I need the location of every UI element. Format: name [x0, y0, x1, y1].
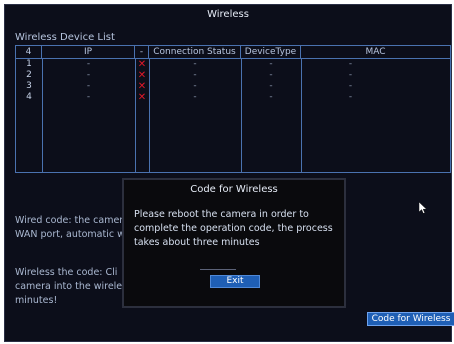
row-number: 2	[26, 70, 32, 80]
table-row[interactable]: 4 - ✕ - - -	[16, 92, 450, 103]
row-mac: -	[348, 59, 353, 69]
row-number: 3	[26, 81, 32, 91]
window-title: Wireless	[207, 9, 249, 20]
row-connection-status: -	[193, 81, 197, 91]
close-icon: ✕	[137, 81, 147, 92]
table-row[interactable]: 1 - ✕ - - -	[16, 59, 450, 70]
dialog-message: Please reboot the camera in order to com…	[134, 208, 338, 250]
exit-button[interactable]: Exit	[210, 275, 260, 288]
close-icon: ✕	[137, 70, 147, 81]
column-header-device-type: DeviceType	[241, 46, 301, 58]
dialog-message-line: takes about three minutes	[134, 237, 260, 248]
row-device-type: -	[269, 59, 273, 69]
wired-code-text-line: Wired code: the camer	[15, 215, 124, 226]
row-ip: -	[86, 92, 91, 102]
column-header-status: -	[135, 46, 149, 58]
column-header-ip: IP	[42, 46, 135, 58]
row-device-type: -	[269, 70, 273, 80]
dialog-message-line: complete the operation code, the process	[134, 223, 333, 234]
code-for-wireless-button[interactable]: Code for Wireless	[367, 312, 454, 326]
close-icon: ✕	[137, 59, 147, 70]
table-row[interactable]: 3 - ✕ - - -	[16, 81, 450, 92]
table-row[interactable]: 2 - ✕ - - -	[16, 70, 450, 81]
row-device-type: -	[269, 81, 273, 91]
row-number: 1	[26, 59, 32, 69]
column-header-count: 4	[16, 46, 42, 58]
row-ip: -	[86, 70, 91, 80]
dialog-message-line: Please reboot the camera in order to	[134, 209, 309, 220]
wired-code-text-line: WAN port, automatic w	[15, 229, 125, 240]
close-icon: ✕	[137, 92, 147, 103]
wireless-code-text-line: camera into the wirele	[15, 281, 123, 292]
wireless-code-text-line: Wireless the code: Cli	[15, 267, 118, 278]
row-mac: -	[348, 70, 353, 80]
row-connection-status: -	[193, 59, 197, 69]
row-device-type: -	[269, 92, 273, 102]
device-list-label: Wireless Device List	[15, 32, 115, 43]
column-header-mac: MAC	[365, 47, 386, 57]
wireless-code-text-line: minutes!	[15, 295, 58, 306]
progress-divider	[200, 269, 236, 270]
mouse-pointer-icon	[419, 202, 427, 214]
row-ip: -	[86, 81, 91, 91]
device-table: 4 IP - Connection Status DeviceType MAC …	[15, 45, 451, 173]
row-mac: -	[348, 92, 353, 102]
row-number: 4	[26, 92, 32, 102]
code-for-wireless-dialog: Code for Wireless Please reboot the came…	[122, 178, 346, 308]
row-ip: -	[86, 59, 91, 69]
dialog-title: Code for Wireless	[190, 184, 278, 195]
row-connection-status: -	[193, 92, 197, 102]
row-connection-status: -	[193, 70, 197, 80]
column-header-connection-status: Connection Status	[149, 46, 241, 58]
table-header: 4 IP - Connection Status DeviceType MAC	[16, 46, 450, 59]
row-mac: -	[348, 81, 353, 91]
